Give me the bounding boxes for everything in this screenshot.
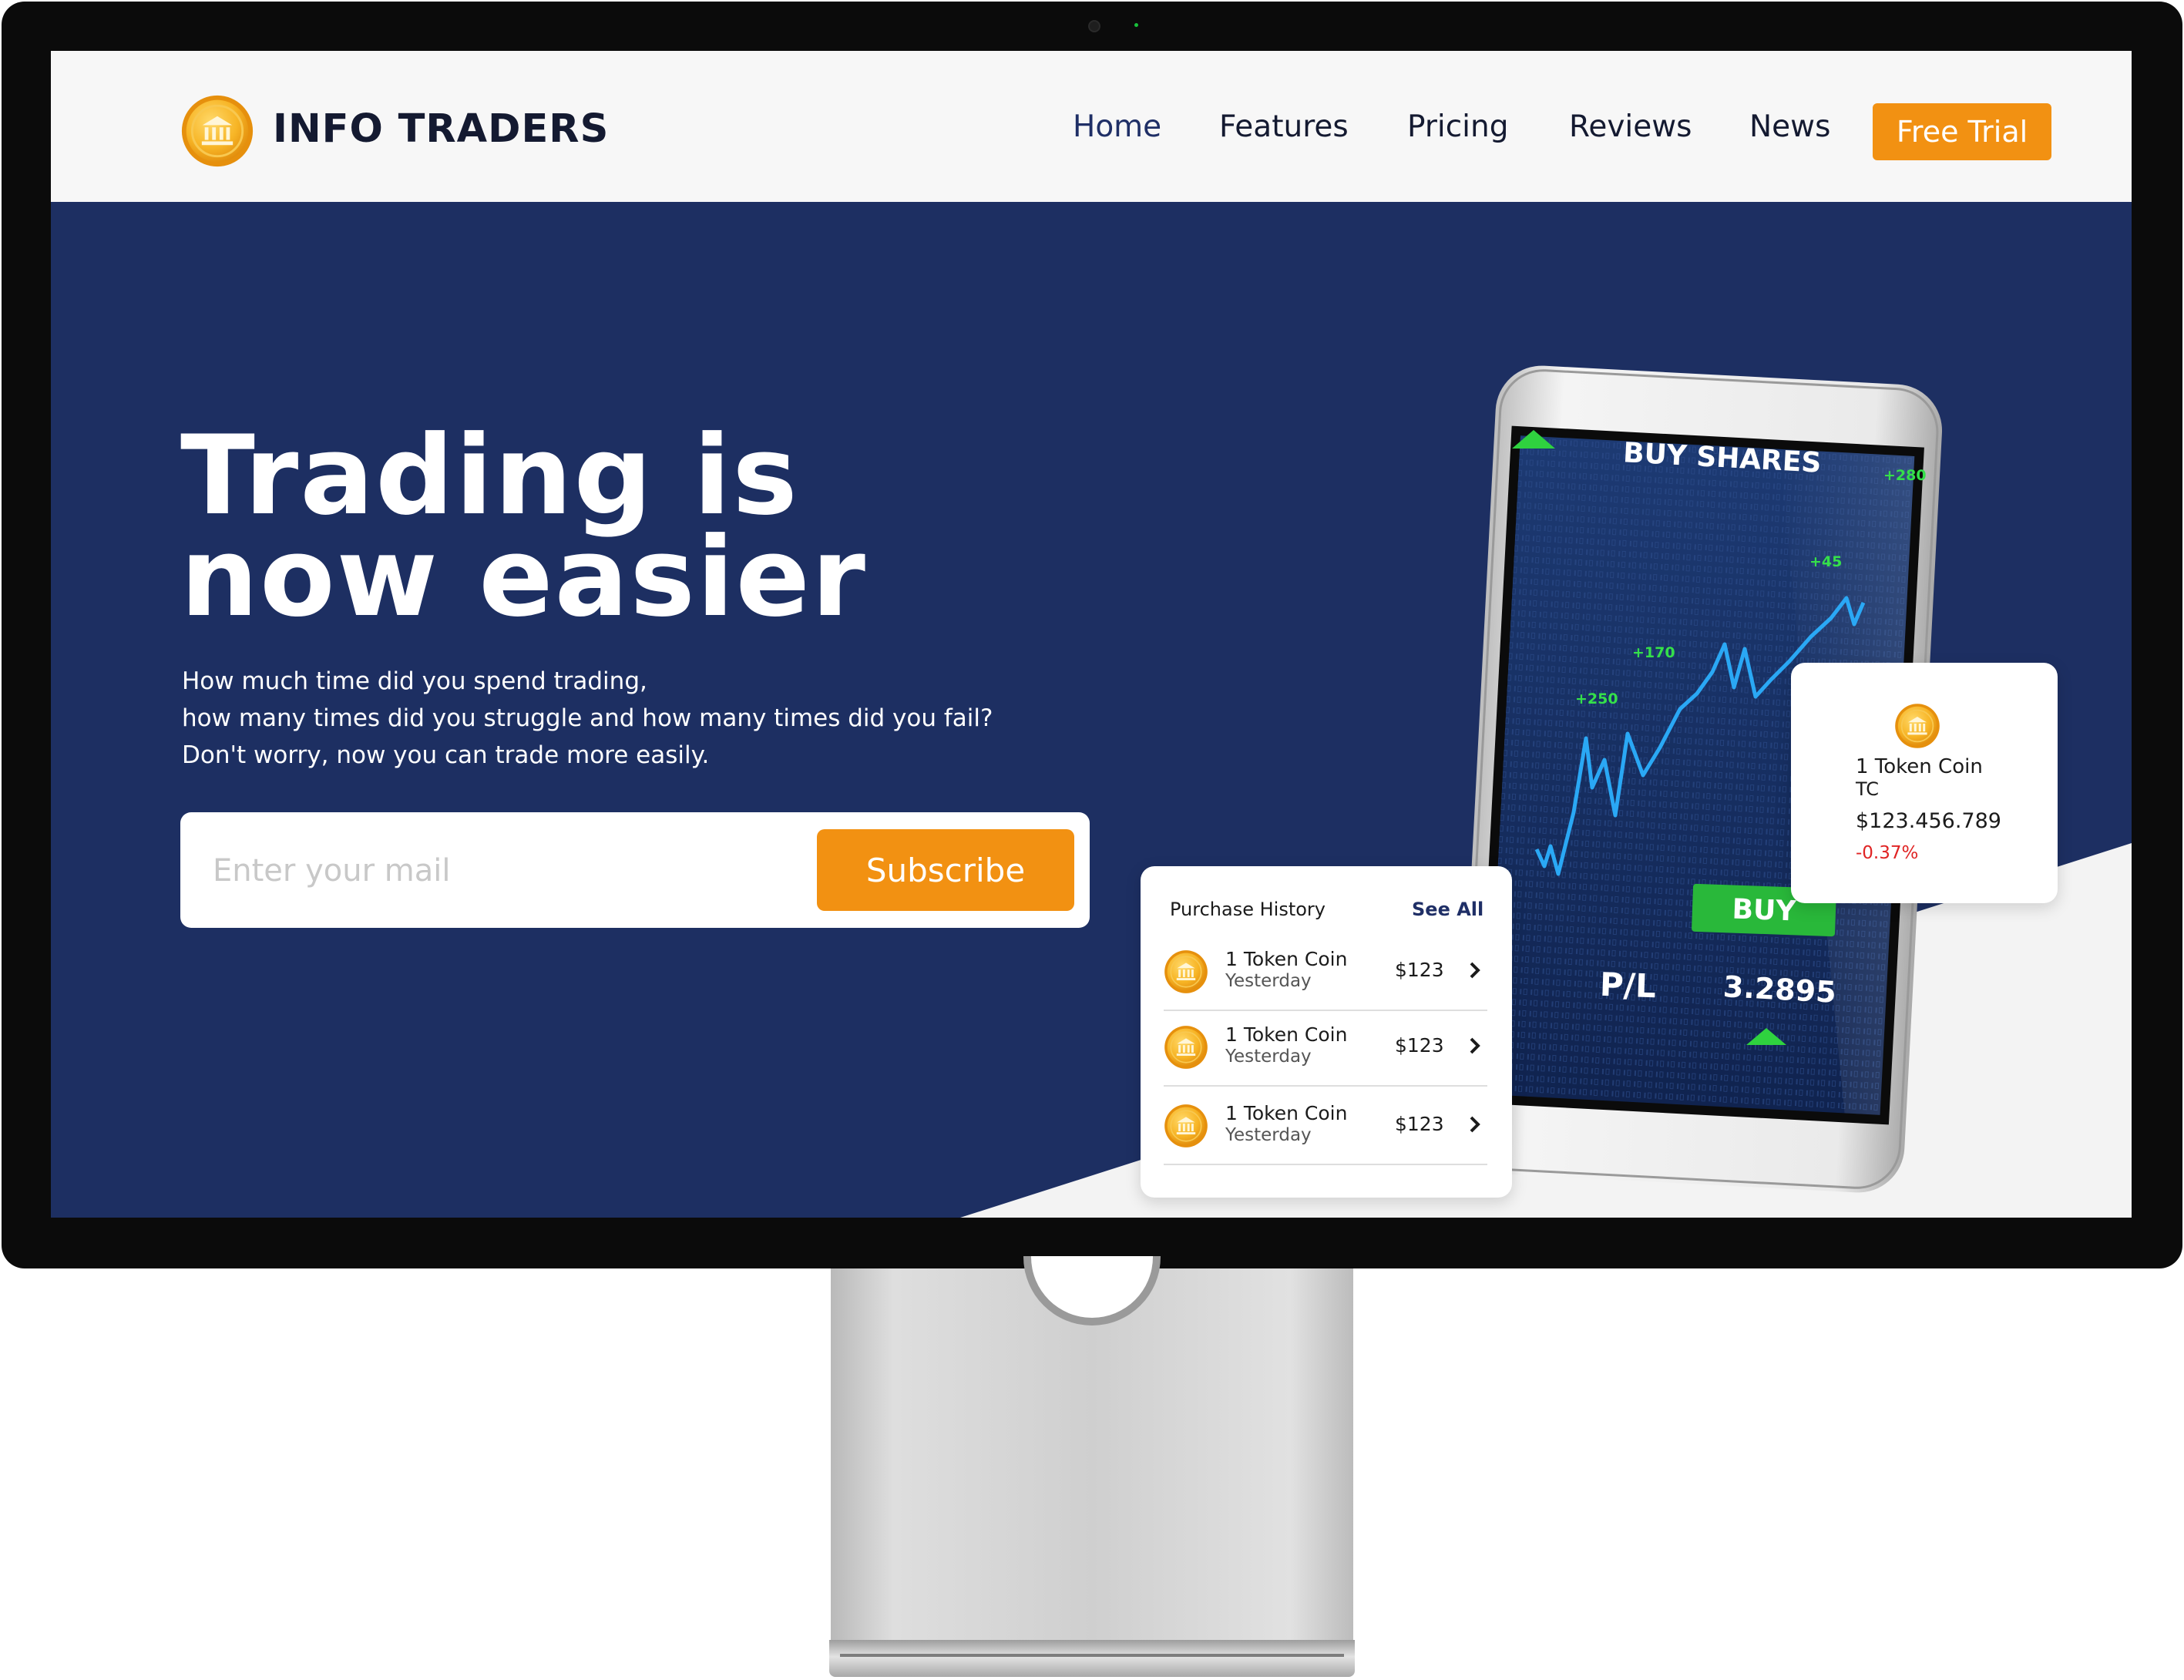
nav-pricing[interactable]: Pricing (1407, 109, 1508, 144)
token-coin-card[interactable]: 1 Token Coin TC $123.456.789 -0.37% (1791, 663, 2058, 903)
brand-name[interactable]: INFO TRADERS (273, 106, 609, 152)
hero-headline: Trading is now easier (180, 412, 867, 641)
stand-base-edge (840, 1654, 1344, 1657)
nav-reviews[interactable]: Reviews (1569, 109, 1692, 144)
token-price: $123.456.789 (1856, 809, 2001, 833)
history-row[interactable]: 1 Token Coin Yesterday $123 (1164, 1011, 1487, 1087)
row-item-name: 1 Token Coin (1225, 1102, 1348, 1124)
subscribe-form: Subscribe (180, 812, 1090, 928)
pl-value: 3.2895 (1722, 969, 1837, 1010)
nav-features[interactable]: Features (1219, 109, 1349, 144)
row-item-price: $123 (1395, 959, 1444, 981)
token-name: 1 Token Coin (1856, 755, 1983, 778)
headline-line-2: now easier (180, 514, 867, 641)
chevron-right-icon[interactable] (1466, 959, 1484, 982)
email-input[interactable] (211, 835, 769, 906)
chevron-right-icon[interactable] (1466, 1034, 1484, 1057)
pl-label: P/L (1599, 965, 1657, 1006)
row-item-price: $123 (1395, 1034, 1444, 1057)
history-row[interactable]: 1 Token Coin Yesterday $123 (1164, 936, 1487, 1011)
see-all-link[interactable]: See All (1412, 899, 1483, 920)
description-line-2: how many times did you struggle and how … (182, 704, 993, 732)
webcam-icon (1088, 20, 1100, 32)
headline-line-1: Trading is (180, 412, 799, 539)
description-line-3: Don't worry, now you can trade more easi… (182, 741, 710, 769)
chart-label-250: +250 (1575, 690, 1618, 707)
screen: INFO TRADERS Home Features Pricing Revie… (51, 51, 2132, 1218)
bank-coin-icon[interactable] (180, 94, 254, 168)
chart-label-170: +170 (1632, 644, 1675, 661)
purchase-history-card: Purchase History See All 1 Token Coin Ye… (1141, 866, 1512, 1198)
token-coin-icon (1164, 1025, 1208, 1070)
chart-label-45: +45 (1809, 553, 1843, 570)
row-item-price: $123 (1395, 1113, 1444, 1135)
token-coin-icon (1894, 703, 1940, 749)
subscribe-button[interactable]: Subscribe (817, 829, 1074, 911)
row-item-name: 1 Token Coin (1225, 1023, 1348, 1046)
navbar: INFO TRADERS Home Features Pricing Revie… (51, 51, 2132, 202)
nav-home[interactable]: Home (1073, 109, 1161, 144)
chart-label-280: +280 (1883, 467, 1927, 484)
token-coin-icon (1164, 1104, 1208, 1148)
webcam-indicator (1134, 23, 1138, 27)
free-trial-button[interactable]: Free Trial (1873, 103, 2051, 160)
row-item-time: Yesterday (1225, 1047, 1312, 1067)
hero-section: Trading is now easier How much time did … (51, 202, 2132, 1218)
description-line-1: How much time did you spend trading, (182, 667, 647, 695)
stand-base (829, 1640, 1355, 1677)
row-item-name: 1 Token Coin (1225, 948, 1348, 970)
token-symbol: TC (1856, 778, 1880, 800)
chevron-right-icon[interactable] (1466, 1113, 1484, 1136)
row-item-time: Yesterday (1225, 971, 1312, 991)
hero-description: How much time did you spend trading, how… (182, 663, 993, 774)
nav-news[interactable]: News (1749, 109, 1830, 144)
history-row[interactable]: 1 Token Coin Yesterday $123 (1164, 1090, 1487, 1165)
purchase-history-title: Purchase History (1170, 899, 1326, 920)
token-coin-icon (1164, 949, 1208, 994)
row-item-time: Yesterday (1225, 1125, 1312, 1145)
token-change: -0.37% (1856, 843, 1919, 863)
